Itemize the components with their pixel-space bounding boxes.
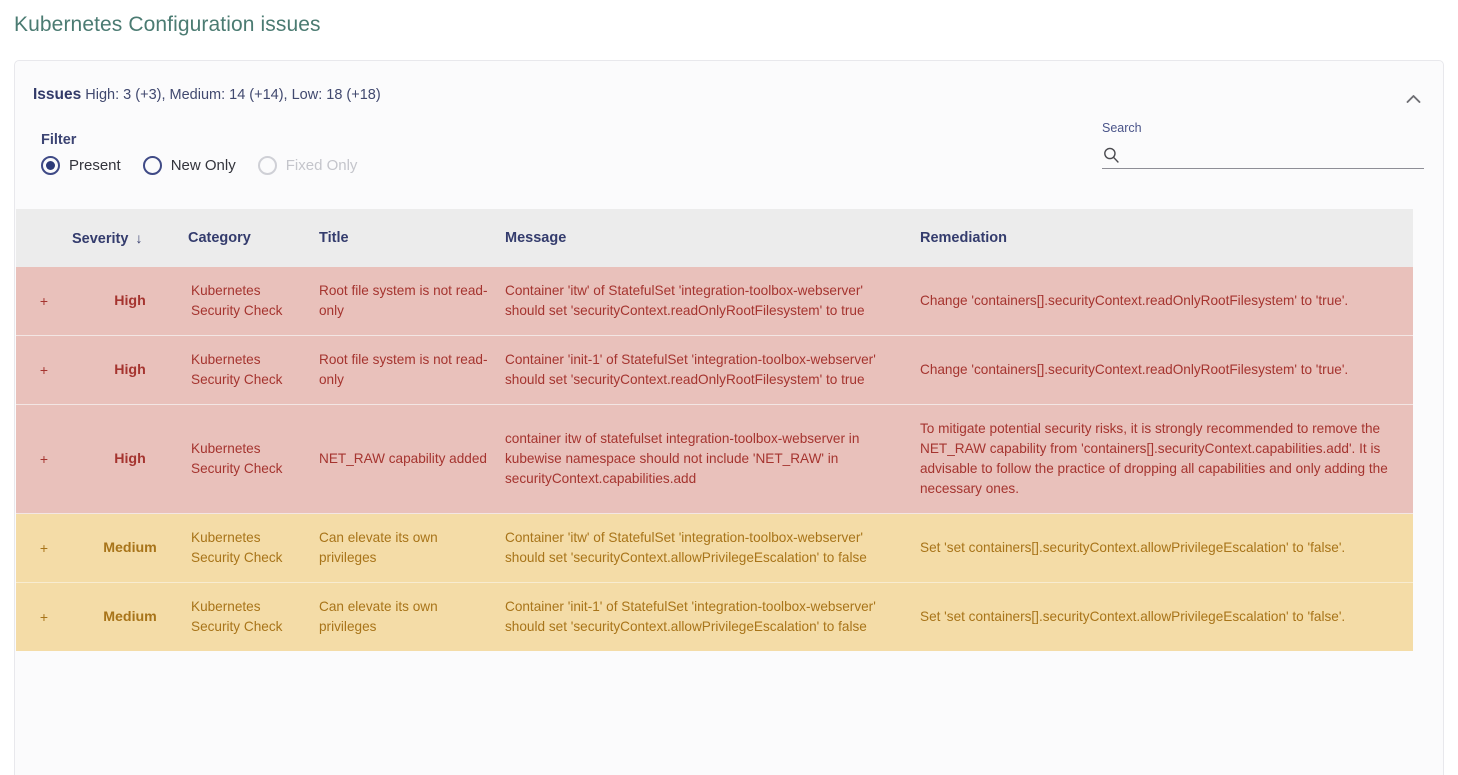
expand-row-button[interactable]: + xyxy=(16,582,72,651)
expand-row-button[interactable]: + xyxy=(16,335,72,405)
table-row[interactable]: + Medium Kubernetes Security Check Can e… xyxy=(16,513,1413,583)
filter-option-present[interactable]: Present xyxy=(41,156,121,175)
column-header-message-label: Message xyxy=(505,230,567,246)
column-header-category-label: Category xyxy=(188,230,251,246)
column-header-title[interactable]: Title xyxy=(319,209,505,267)
issues-table: Severity ↓ Category Title Message Remedia… xyxy=(16,209,1413,651)
cell-remediation: Change 'containers[].securityContext.rea… xyxy=(920,335,1413,405)
cell-severity: Medium xyxy=(72,582,188,651)
issues-card: Issues High: 3 (+3), Medium: 14 (+14), L… xyxy=(14,60,1444,775)
table-header-row: Severity ↓ Category Title Message Remedia… xyxy=(16,209,1413,267)
issues-label: Issues xyxy=(33,86,82,103)
cell-message: Container 'init-1' of StatefulSet 'integ… xyxy=(505,335,920,405)
search-label: Search xyxy=(1102,121,1142,135)
filter-option-fixed-only: Fixed Only xyxy=(257,156,358,175)
expand-row-button[interactable]: + xyxy=(16,513,72,583)
column-header-remediation[interactable]: Remediation xyxy=(920,209,1413,267)
filter-option-fixed-only-label: Fixed Only xyxy=(285,157,358,174)
filter-option-present-label: Present xyxy=(69,157,121,174)
cell-remediation: Set 'set containers[].securityContext.al… xyxy=(920,513,1413,583)
table-scrollbar[interactable] xyxy=(1437,61,1443,775)
table-header: Severity ↓ Category Title Message Remedia… xyxy=(16,209,1413,267)
cell-message: Container 'itw' of StatefulSet 'integrat… xyxy=(505,513,920,583)
column-header-title-label: Title xyxy=(319,230,349,246)
cell-category: Kubernetes Security Check xyxy=(188,267,319,336)
cell-title: NET_RAW capability added xyxy=(319,404,505,514)
cell-remediation: Set 'set containers[].securityContext.al… xyxy=(920,582,1413,651)
filter-area: Filter Present New Only Fixed Only Searc… xyxy=(15,121,1443,209)
chevron-up-icon xyxy=(1406,95,1420,103)
page-root: Kubernetes Configuration issues Issues H… xyxy=(0,0,1458,775)
cell-category: Kubernetes Security Check xyxy=(188,335,319,405)
cell-message: Container 'init-1' of StatefulSet 'integ… xyxy=(505,582,920,651)
filter-option-new-only[interactable]: New Only xyxy=(142,156,236,175)
filter-option-new-only-label: New Only xyxy=(170,157,236,174)
cell-category: Kubernetes Security Check xyxy=(188,404,319,514)
cell-severity: High xyxy=(72,267,188,336)
table-row[interactable]: + High Kubernetes Security Check NET_RAW… xyxy=(16,404,1413,514)
table-row[interactable]: + High Kubernetes Security Check Root fi… xyxy=(16,335,1413,405)
collapse-section-button[interactable] xyxy=(1399,85,1427,113)
column-header-severity-label: Severity xyxy=(72,230,129,247)
cell-severity: High xyxy=(72,335,188,405)
cell-title: Can elevate its own privileges xyxy=(319,582,505,651)
radio-icon-fixed-only xyxy=(257,156,277,175)
table-row[interactable]: + High Kubernetes Security Check Root fi… xyxy=(16,267,1413,336)
page-title: Kubernetes Configuration issues xyxy=(14,13,321,36)
filter-title: Filter xyxy=(41,132,77,148)
cell-title: Root file system is not read-only xyxy=(319,267,505,336)
cell-title: Root file system is not read-only xyxy=(319,335,505,405)
cell-title: Can elevate its own privileges xyxy=(319,513,505,583)
cell-category: Kubernetes Security Check xyxy=(188,582,319,651)
expand-row-button[interactable]: + xyxy=(16,267,72,336)
filter-radio-group: Present New Only Fixed Only xyxy=(41,156,379,175)
sort-desc-icon: ↓ xyxy=(135,229,143,246)
column-header-severity[interactable]: Severity ↓ xyxy=(72,209,188,267)
column-header-category[interactable]: Category xyxy=(188,209,319,267)
search-input[interactable] xyxy=(1120,145,1424,165)
cell-severity: High xyxy=(72,404,188,514)
table-body: + High Kubernetes Security Check Root fi… xyxy=(16,267,1413,651)
issues-summary: High: 3 (+3), Medium: 14 (+14), Low: 18 … xyxy=(85,87,381,103)
issues-heading: Issues High: 3 (+3), Medium: 14 (+14), L… xyxy=(33,86,381,104)
column-header-message[interactable]: Message xyxy=(505,209,920,267)
radio-icon-present xyxy=(41,156,60,175)
search-icon xyxy=(1104,147,1119,163)
expand-row-button[interactable]: + xyxy=(16,404,72,514)
cell-severity: Medium xyxy=(72,513,188,583)
cell-remediation: To mitigate potential security risks, it… xyxy=(920,404,1413,514)
cell-message: Container 'itw' of StatefulSet 'integrat… xyxy=(505,267,920,336)
table-row[interactable]: + Medium Kubernetes Security Check Can e… xyxy=(16,582,1413,651)
column-header-remediation-label: Remediation xyxy=(920,230,1008,246)
cell-message: container itw of statefulset integration… xyxy=(505,404,920,514)
cell-category: Kubernetes Security Check xyxy=(188,513,319,583)
search-area: Search xyxy=(1102,121,1424,169)
radio-icon-new-only xyxy=(142,156,162,175)
cell-remediation: Change 'containers[].securityContext.rea… xyxy=(920,267,1413,336)
column-header-expand xyxy=(16,209,72,267)
search-field[interactable] xyxy=(1102,142,1424,169)
